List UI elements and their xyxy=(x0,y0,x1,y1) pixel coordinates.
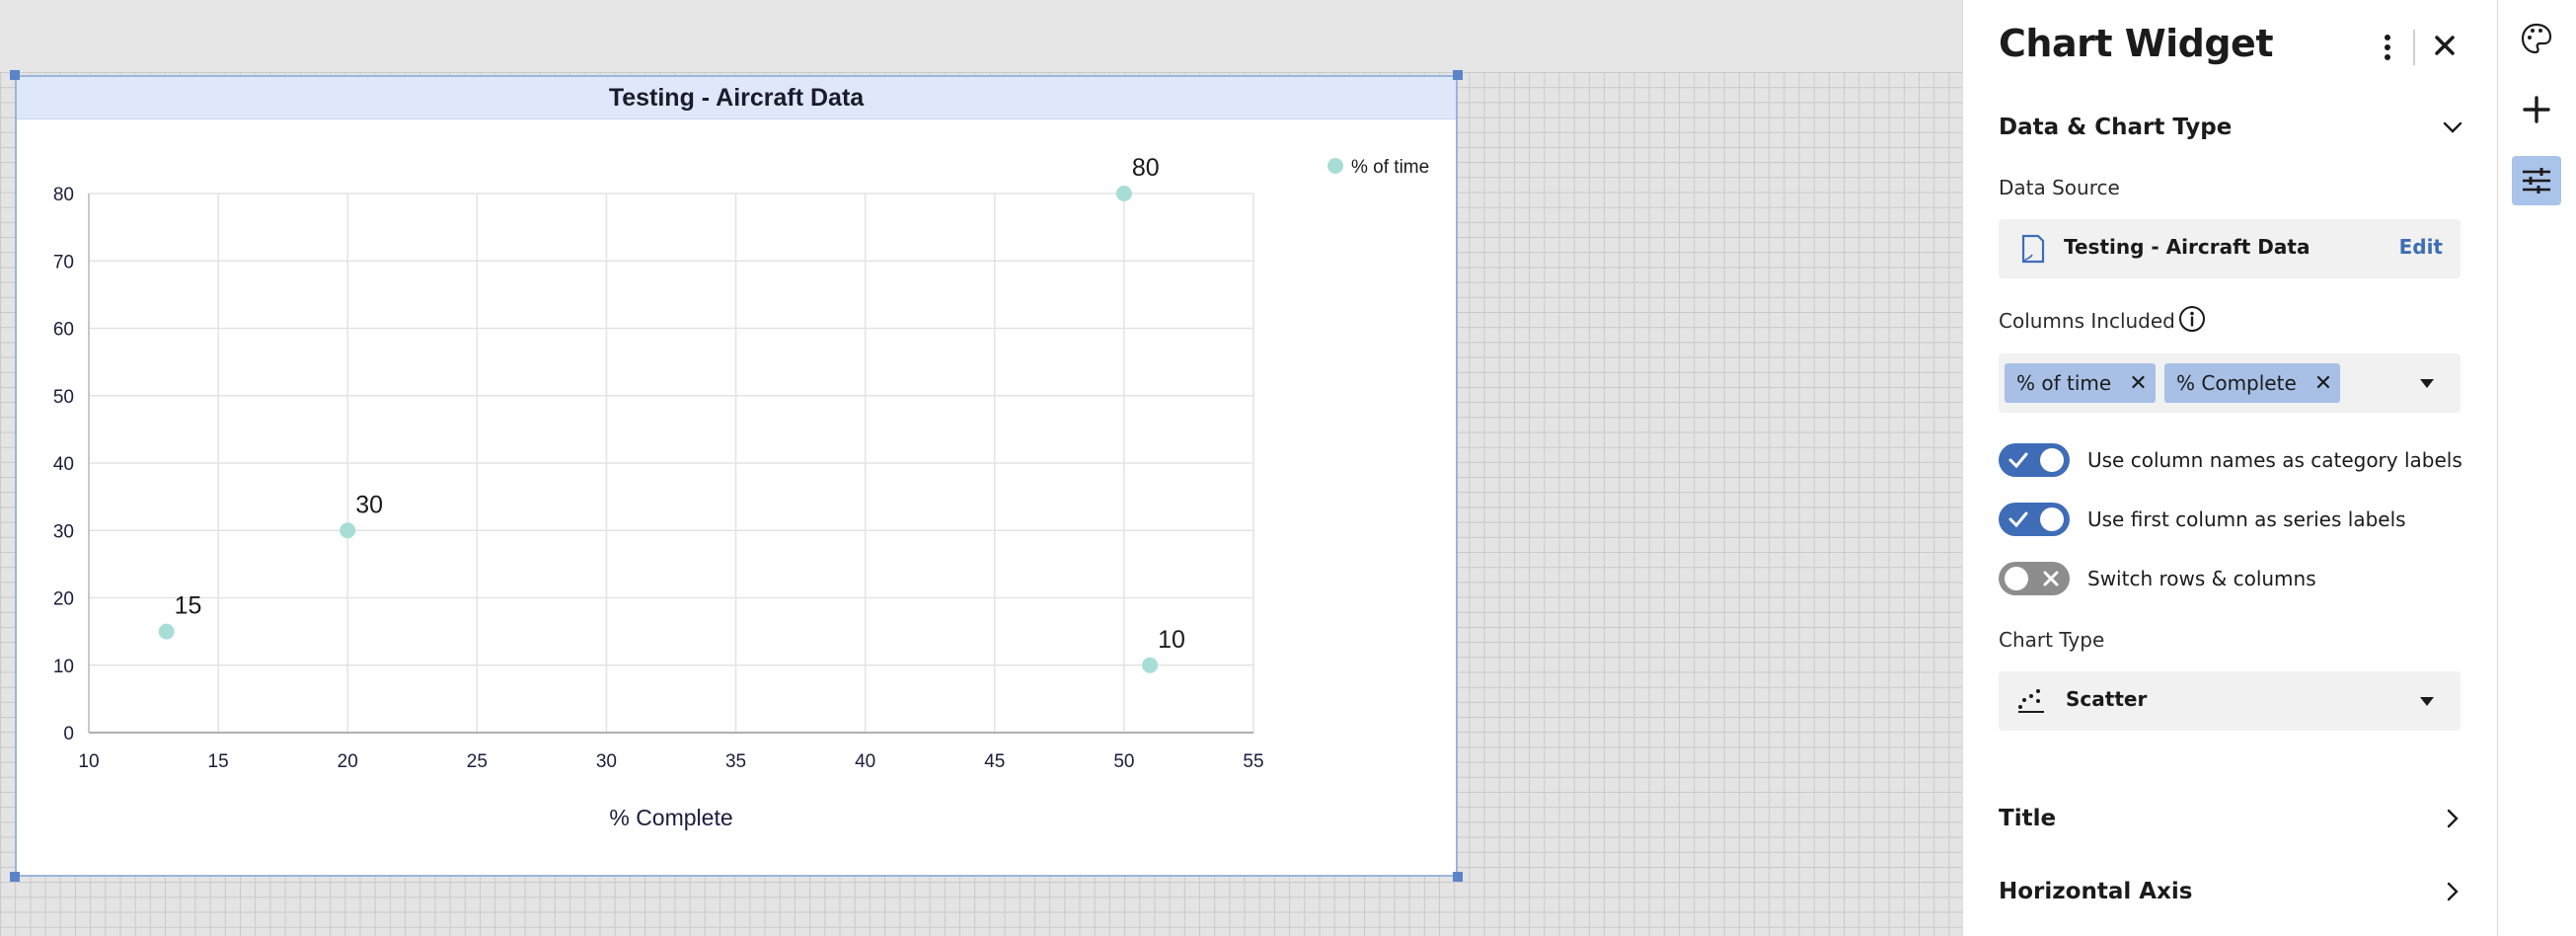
toggle-label: Use column names as category labels xyxy=(2087,448,2462,472)
x-axis-label: % Complete xyxy=(609,805,732,830)
x-tick-label: 40 xyxy=(855,751,875,772)
columns-multiselect[interactable]: % of time ✕ % Complete ✕ xyxy=(1999,353,2461,413)
chart-type-select[interactable]: Scatter xyxy=(1999,671,2461,731)
more-options-icon[interactable] xyxy=(2376,30,2399,65)
legend-label: % of time xyxy=(1351,157,1429,178)
y-tick-label: 20 xyxy=(53,589,74,610)
y-tick-label: 30 xyxy=(53,521,74,542)
toggle-label: Use first column as series labels xyxy=(2087,507,2406,531)
edit-data-source-link[interactable]: Edit xyxy=(2399,235,2443,259)
chevron-right-icon[interactable] xyxy=(2440,806,2465,831)
settings-panel: Chart Widget Data & Chart Type Data Sour… xyxy=(1962,0,2497,936)
dropdown-caret-icon[interactable] xyxy=(2420,379,2434,388)
palette-button[interactable] xyxy=(2512,14,2561,63)
check-icon xyxy=(2008,452,2028,469)
section-horizontal-axis[interactable]: Horizontal Axis xyxy=(1999,879,2192,904)
section-title[interactable]: Title xyxy=(1999,806,2056,831)
dropdown-caret-icon[interactable] xyxy=(2420,697,2434,706)
plus-icon xyxy=(2523,96,2550,123)
settings-sliders-icon xyxy=(2523,168,2550,194)
panel-title: Chart Widget xyxy=(1999,22,2274,65)
column-chip[interactable]: % Complete ✕ xyxy=(2164,363,2341,403)
y-tick-label: 50 xyxy=(53,387,74,408)
x-tick-label: 35 xyxy=(725,751,746,772)
toggle-knob xyxy=(2040,448,2064,472)
column-chip-label: % of time xyxy=(2016,371,2112,395)
y-tick-label: 10 xyxy=(53,657,74,677)
x-icon xyxy=(2043,571,2059,586)
chart-widget[interactable]: Testing - Aircraft Data 10 15 20 25 30 35 40 45… xyxy=(15,75,1458,877)
columns-included-label: Columns Included xyxy=(1999,309,2175,333)
scatter-point xyxy=(158,623,175,640)
data-label: 30 xyxy=(355,491,383,518)
x-tick-label: 45 xyxy=(984,751,1005,772)
resize-handle-tr[interactable] xyxy=(1453,70,1463,80)
y-tick-label: 0 xyxy=(63,724,74,744)
chevron-right-icon[interactable] xyxy=(2440,879,2465,904)
legend-marker xyxy=(1327,158,1343,174)
x-tick-label: 10 xyxy=(78,751,99,772)
y-tick-label: 70 xyxy=(53,252,74,273)
x-tick-label: 50 xyxy=(1113,751,1134,772)
info-icon[interactable] xyxy=(2177,304,2207,334)
scatter-chart-icon xyxy=(2018,689,2044,713)
data-label: 80 xyxy=(1132,154,1160,182)
y-tick-label: 60 xyxy=(53,320,74,341)
scatter-point xyxy=(340,522,356,539)
side-toolbar xyxy=(2497,0,2576,936)
x-tick-label: 25 xyxy=(467,751,488,772)
chart-type-value: Scatter xyxy=(2066,687,2148,711)
chevron-down-icon[interactable] xyxy=(2440,115,2465,140)
document-icon xyxy=(2021,234,2045,264)
x-tick-label: 30 xyxy=(596,751,617,772)
toggle-label: Switch rows & columns xyxy=(2087,567,2316,590)
canvas-top-bar xyxy=(0,0,1962,72)
data-label: 10 xyxy=(1158,626,1185,654)
header-divider xyxy=(2413,30,2415,65)
data-source-name: Testing - Aircraft Data xyxy=(2064,235,2311,259)
settings-button[interactable] xyxy=(2512,156,2561,205)
chart-type-label: Chart Type xyxy=(1999,628,2105,652)
toggle-knob xyxy=(2005,567,2028,590)
scatter-point xyxy=(1142,657,1159,673)
remove-chip-icon[interactable]: ✕ xyxy=(2314,371,2332,396)
toggle-category-labels[interactable] xyxy=(1999,443,2070,477)
data-label: 15 xyxy=(175,592,202,620)
x-tick-label: 55 xyxy=(1243,751,1263,772)
data-source-label: Data Source xyxy=(1999,176,2120,199)
section-data-chart-type[interactable]: Data & Chart Type xyxy=(1999,115,2232,140)
toggle-switch-rows-columns[interactable] xyxy=(1999,562,2070,595)
x-tick-label: 15 xyxy=(208,751,229,772)
y-tick-label: 40 xyxy=(53,454,74,475)
close-icon[interactable] xyxy=(2425,26,2464,65)
scatter-point xyxy=(1115,186,1132,201)
scatter-chart: 10 15 20 25 30 35 40 45 50 5501020304050607080% C… xyxy=(53,154,1429,830)
column-chip-label: % Complete xyxy=(2176,371,2297,395)
remove-chip-icon[interactable]: ✕ xyxy=(2129,371,2147,396)
resize-handle-bl[interactable] xyxy=(10,872,20,882)
add-button[interactable] xyxy=(2512,85,2561,134)
check-icon xyxy=(2008,511,2028,528)
resize-handle-br[interactable] xyxy=(1453,872,1463,882)
column-chip[interactable]: % of time ✕ xyxy=(2005,363,2156,403)
data-source-box: Testing - Aircraft Data Edit xyxy=(1999,219,2461,278)
resize-handle-tl[interactable] xyxy=(10,70,20,80)
palette-icon xyxy=(2521,23,2552,54)
y-tick-label: 80 xyxy=(53,185,74,205)
toggle-knob xyxy=(2040,507,2064,531)
x-tick-label: 20 xyxy=(338,751,358,772)
toggle-series-labels[interactable] xyxy=(1999,503,2070,536)
